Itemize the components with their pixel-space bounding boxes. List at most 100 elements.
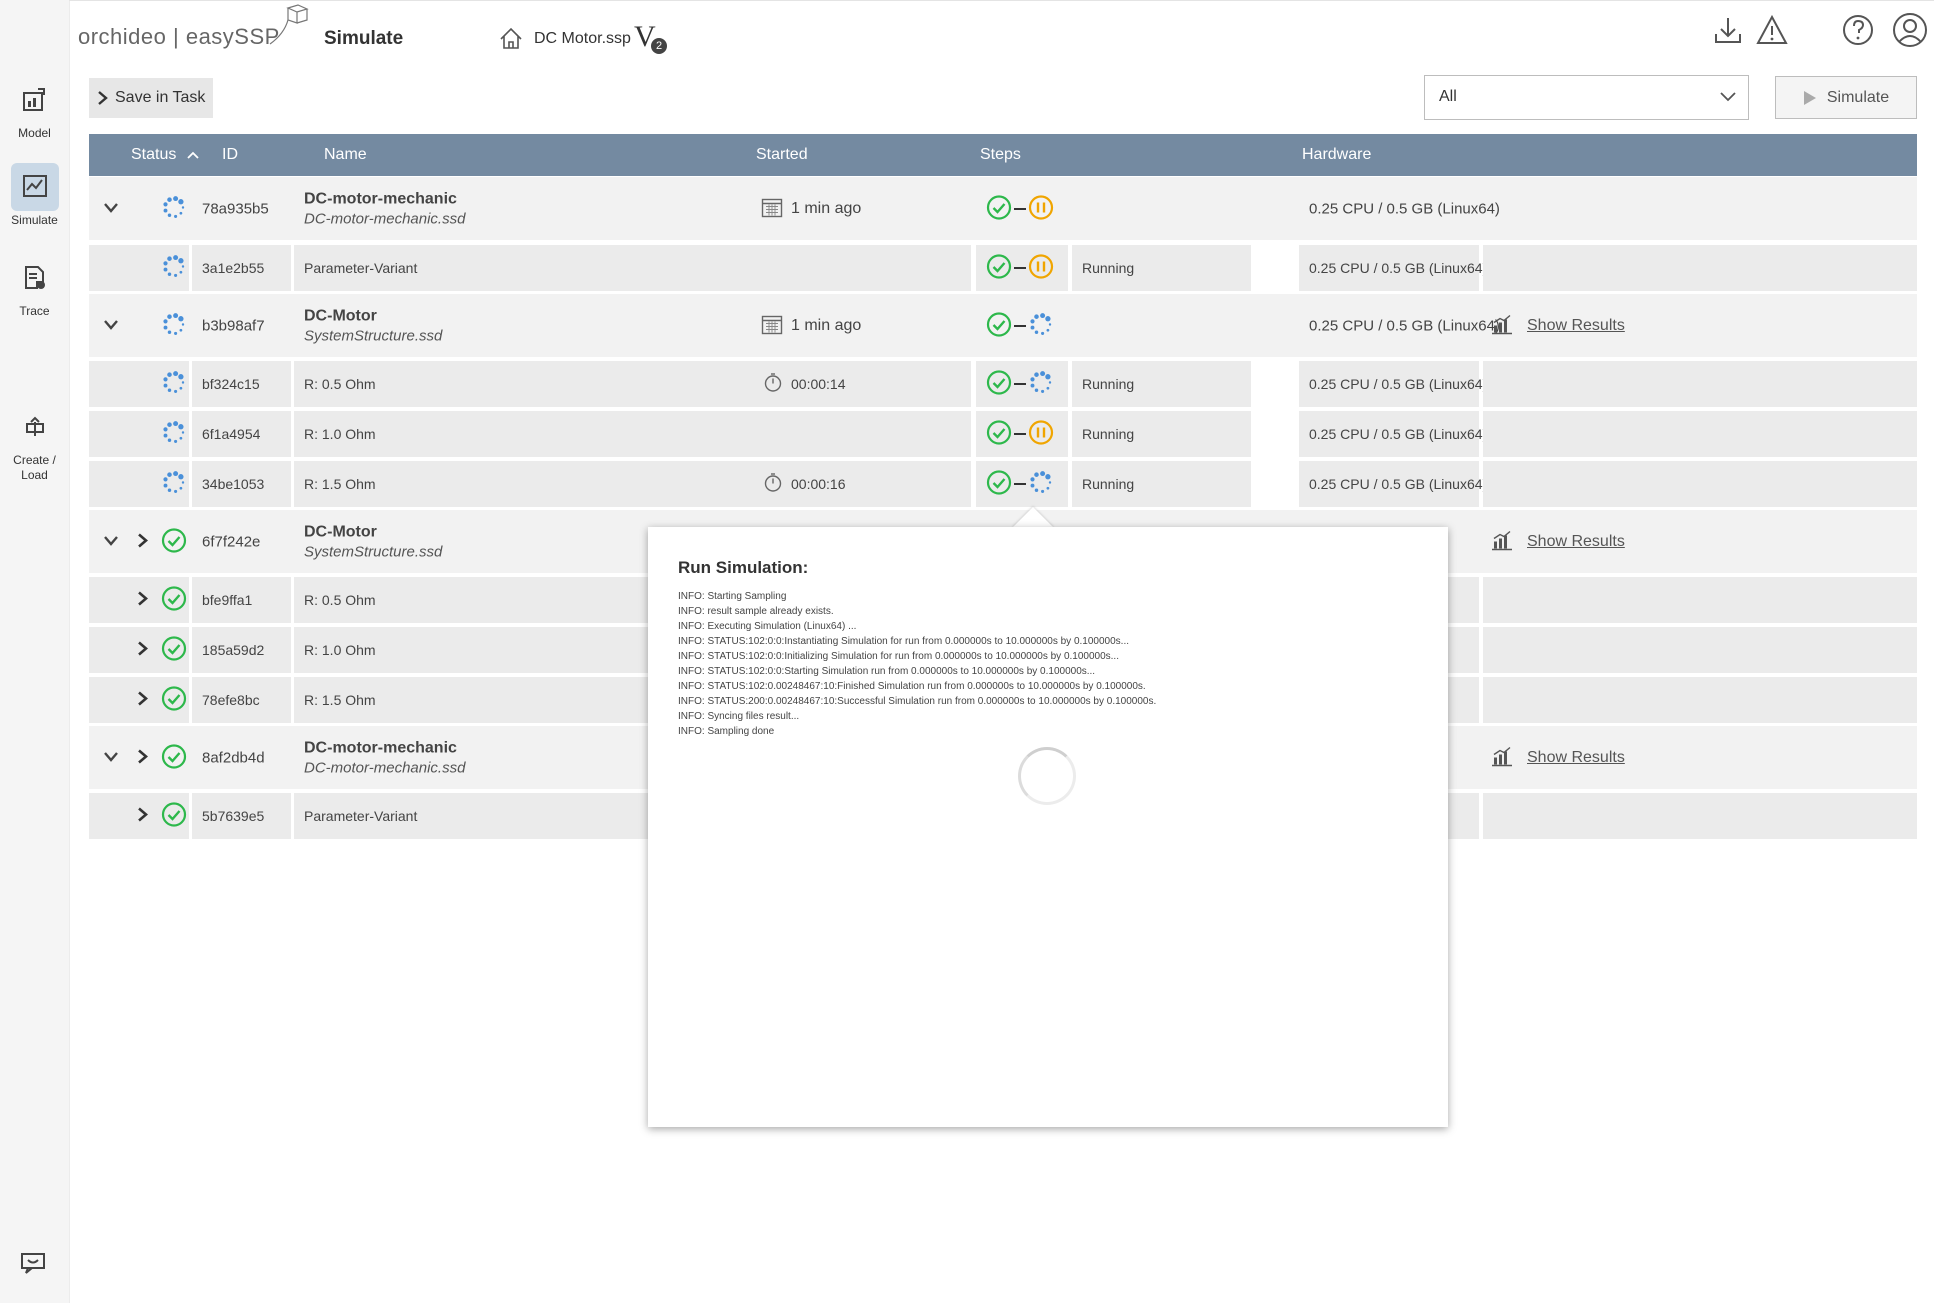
expand-toggle[interactable]	[103, 201, 119, 217]
sidebar-item-model[interactable]: Model	[0, 76, 69, 141]
model-icon	[11, 76, 59, 124]
save-in-task-button[interactable]: Save in Task	[89, 78, 213, 118]
row-details-arrow[interactable]	[137, 591, 149, 610]
success-check-icon	[986, 370, 1012, 395]
sidebar-item-simulate[interactable]: Simulate	[0, 163, 69, 228]
id-cell: 3a1e2b55	[192, 245, 291, 291]
hardware-spec: 0.25 CPU / 0.5 GB (Linux64)	[1309, 426, 1488, 442]
table-row[interactable]: 3a1e2b55 Parameter-Variant Running 0.25 CPU…	[89, 245, 1917, 291]
row-details-arrow[interactable]	[137, 807, 149, 826]
popup-title: Run Simulation:	[678, 558, 809, 577]
table-row[interactable]: 6f1a4954 R: 1.0 Ohm Running 0.25 CPU / 0.5 …	[89, 411, 1917, 457]
user-account-icon[interactable]	[1892, 12, 1928, 48]
step-connector	[1014, 267, 1026, 269]
run-status-cell	[1072, 177, 1251, 240]
table-row[interactable]: bf324c15 R: 0.5 Ohm 00:00:14 Running 0.25 CP…	[89, 361, 1917, 407]
run-id: 6f1a4954	[202, 426, 261, 442]
column-header-status[interactable]: Status	[131, 146, 199, 164]
play-icon	[1803, 90, 1816, 105]
run-id: 5b7639e5	[202, 808, 265, 824]
hardware-cell: 0.25 CPU / 0.5 GB (Linux64)	[1299, 461, 1487, 507]
download-icon[interactable]	[1712, 14, 1744, 46]
run-id: 3a1e2b55	[202, 260, 265, 276]
run-id: 185a59d2	[202, 642, 265, 658]
status-filter-select[interactable]: All	[1424, 75, 1749, 120]
id-cell: b3b98af7	[192, 294, 291, 357]
left-sidebar: Model Simulate Trace Create / Load	[0, 0, 70, 1303]
id-cell: 185a59d2	[192, 627, 291, 673]
paused-icon	[1028, 420, 1054, 445]
status-indicator	[161, 194, 187, 223]
calendar-icon	[761, 315, 783, 334]
help-icon[interactable]	[1842, 14, 1874, 46]
expand-toggle[interactable]	[103, 750, 119, 766]
started-cell: 00:00:14	[751, 361, 971, 407]
id-cell: 78a935b5	[192, 177, 291, 240]
status-cell	[89, 245, 189, 291]
running-spinner-icon	[163, 471, 185, 493]
status-indicator	[161, 586, 187, 615]
variant-name: R: 1.5 Ohm	[304, 692, 376, 708]
success-check-icon	[161, 686, 187, 711]
steps-cell	[976, 177, 1068, 240]
hardware-cell: 0.25 CPU / 0.5 GB (Linux64)	[1299, 245, 1487, 291]
status-cell	[89, 411, 189, 457]
warning-icon[interactable]	[1756, 14, 1788, 46]
column-header-steps[interactable]: Steps	[980, 146, 1021, 164]
id-cell: 6f7f242e	[192, 510, 291, 573]
run-id: b3b98af7	[202, 317, 265, 334]
id-cell: bf324c15	[192, 361, 291, 407]
table-row-group[interactable]: b3b98af7 DC-Motor SystemStructure.ssd 1 min…	[89, 294, 1917, 357]
run-name: DC-Motor	[304, 307, 377, 324]
status-cell	[89, 726, 189, 789]
file-name[interactable]: DC Motor.ssp	[534, 30, 631, 48]
expand-toggle[interactable]	[103, 318, 119, 334]
show-results-link[interactable]: Show Results	[1527, 317, 1625, 335]
simulate-button-label: Simulate	[1826, 88, 1890, 106]
row-details-arrow[interactable]	[137, 641, 149, 660]
home-icon[interactable]	[498, 26, 524, 52]
success-check-icon	[986, 311, 1012, 337]
status-cell	[89, 294, 189, 357]
chevron-right-icon	[98, 91, 108, 105]
hardware-spec: 0.25 CPU / 0.5 GB (Linux64)	[1309, 260, 1488, 276]
column-header-name[interactable]: Name	[324, 146, 367, 164]
id-cell: 34be1053	[192, 461, 291, 507]
paused-icon	[1028, 254, 1054, 279]
status-cell	[89, 627, 189, 673]
column-header-hardware[interactable]: Hardware	[1302, 146, 1371, 164]
log-line: INFO: STATUS:102:0:0:Initializing Simula…	[678, 651, 1119, 662]
show-results-link[interactable]: Show Results	[1527, 533, 1625, 551]
table-row-group[interactable]: 78a935b5 DC-motor-mechanic DC-motor-mechan…	[89, 177, 1917, 240]
variant-name: R: 0.5 Ohm	[304, 376, 376, 392]
id-cell: bfe9ffa1	[192, 577, 291, 623]
row-details-arrow[interactable]	[137, 691, 149, 710]
loading-spinner	[1018, 747, 1076, 805]
simulate-button[interactable]: Simulate	[1775, 76, 1917, 119]
step-indicator	[986, 420, 1012, 449]
log-line: INFO: Starting Sampling	[678, 591, 787, 602]
show-results-link[interactable]: Show Results	[1527, 749, 1625, 767]
elapsed-time: 00:00:16	[791, 476, 846, 492]
column-header-started[interactable]: Started	[756, 146, 808, 164]
hardware-spec: 0.25 CPU / 0.5 GB (Linux64)	[1309, 476, 1488, 492]
chat-icon[interactable]	[20, 1252, 48, 1276]
row-details-arrow[interactable]	[137, 748, 149, 767]
started-cell: 1 min ago	[751, 177, 971, 240]
expand-toggle[interactable]	[103, 534, 119, 550]
row-details-arrow[interactable]	[137, 532, 149, 551]
chevron-right-icon	[138, 641, 148, 656]
run-status-cell: Running	[1072, 461, 1251, 507]
log-line: INFO: STATUS:102:0:0:Starting Simulation…	[678, 666, 1096, 677]
sidebar-item-trace[interactable]: Trace	[0, 254, 69, 319]
sidebar-item-create-load[interactable]: Create / Load	[0, 403, 69, 483]
success-check-icon	[161, 802, 187, 827]
results-cell	[1483, 361, 1917, 407]
id-cell: 8af2db4d	[192, 726, 291, 789]
success-check-icon	[986, 254, 1012, 279]
hardware-cell: 0.25 CPU / 0.5 GB (Linux64)	[1299, 177, 1500, 240]
table-row[interactable]: 34be1053 R: 1.5 Ohm 00:00:16 Running 0.25 CP…	[89, 461, 1917, 507]
column-header-id[interactable]: ID	[222, 146, 238, 164]
version-badge: 2	[651, 38, 667, 54]
status-indicator	[161, 370, 187, 399]
